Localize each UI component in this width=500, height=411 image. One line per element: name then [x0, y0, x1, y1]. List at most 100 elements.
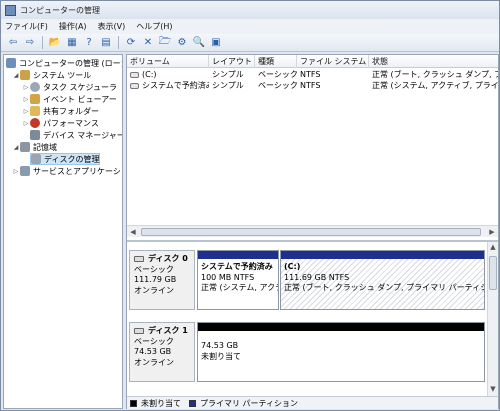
table-row[interactable]: システムで予約済み シンプル ベーシック NTFS 正常 (システム, アクティ…	[127, 80, 498, 91]
disk-type: ベーシック	[134, 264, 174, 274]
menu-action[interactable]: 操作(A)	[59, 21, 87, 32]
title-bar: コンピューターの管理	[1, 1, 499, 19]
device-manager-icon	[30, 130, 40, 140]
forward-icon[interactable]: ⇨	[23, 36, 37, 50]
computer-management-window: コンピューターの管理 ファイル(F) 操作(A) 表示(V) ヘルプ(H) ⇦ …	[0, 0, 500, 411]
menu-file[interactable]: ファイル(F)	[5, 21, 48, 32]
column-header-status[interactable]: 状態	[369, 55, 498, 68]
partition-detail: 未割り当て	[201, 351, 241, 361]
partition-size: 74.53 GB	[201, 341, 239, 350]
cell-status: 正常 (システム, アクティブ, プライマリ	[372, 81, 498, 90]
cell-layout: シンプル	[212, 70, 244, 79]
cell-volume: (C:)	[127, 69, 209, 80]
partition-system-reserved[interactable]: システムで予約済み 100 MB NTFS 正常 (システム, アクテ	[197, 250, 279, 310]
toolbar-divider	[118, 36, 119, 49]
menu-help[interactable]: ヘルプ(H)	[136, 21, 172, 32]
scroll-up-icon[interactable]: ▲	[488, 243, 498, 253]
cell-filesystem: NTFS	[300, 81, 321, 90]
horizontal-scrollbar[interactable]: ◀ ▶	[127, 225, 498, 237]
vertical-scrollbar[interactable]: ▲ ▼	[487, 242, 498, 396]
legend-primary: プライマリ パーティション	[200, 398, 299, 408]
legend-swatch-unallocated	[130, 399, 137, 407]
services-icon	[20, 166, 30, 176]
disk-1-label[interactable]: ディスク 1 ベーシック 74.53 GB オンライン	[129, 322, 195, 382]
partition-name: システムで予約済み	[201, 262, 273, 271]
show-hide-tree-icon[interactable]: ▦	[65, 36, 79, 50]
open-icon[interactable]: 🗁	[158, 36, 172, 50]
up-folder-icon[interactable]: 📂	[48, 36, 62, 50]
volume-icon	[130, 82, 139, 89]
partition-unallocated[interactable]: 74.53 GB 未割り当て	[197, 322, 485, 382]
tools-icon	[20, 70, 30, 80]
collapse-arrow-icon[interactable]: ◢	[12, 72, 20, 79]
search-icon[interactable]: 🔍	[192, 36, 206, 50]
partition-c[interactable]: (C:) 111.69 GB NTFS 正常 (ブート, クラッシュ ダンプ, …	[280, 250, 485, 310]
partition-status: 正常 (ブート, クラッシュ ダンプ, プライマリ パーティショ	[284, 283, 484, 292]
disk-icon	[134, 256, 144, 263]
tree-item-storage[interactable]: ◢ 記憶域	[12, 141, 57, 153]
tree-item-event-viewer[interactable]: ▷ イベント ビューアー	[22, 93, 117, 105]
scroll-thumb[interactable]	[141, 228, 481, 236]
computer-management-icon	[5, 4, 16, 16]
properties-icon[interactable]: ▤	[99, 36, 113, 50]
disk-management-icon	[31, 154, 41, 164]
disk-size: 111.79 GB	[134, 275, 177, 284]
navigation-tree[interactable]: コンピューターの管理 (ローカ ◢ システム ツール ▷ タスク スケジューラ …	[3, 54, 123, 409]
expand-arrow-icon[interactable]: ▷	[22, 96, 30, 103]
scroll-down-icon[interactable]: ▼	[488, 385, 498, 395]
tree-item-system-tools[interactable]: ◢ システム ツール	[12, 69, 91, 81]
column-header-volume[interactable]: ボリューム	[127, 55, 209, 68]
column-header-filesystem[interactable]: ファイル システム	[297, 55, 369, 68]
menu-view[interactable]: 表示(V)	[98, 21, 126, 32]
disk-status: オンライン	[134, 357, 174, 367]
tree-item-shared-folders[interactable]: ▷ 共有フォルダー	[22, 105, 99, 117]
collapse-arrow-icon[interactable]: ◢	[12, 144, 20, 151]
refresh-icon[interactable]: ⟳	[124, 36, 138, 50]
tree-item-device-manager[interactable]: デバイス マネージャー	[30, 129, 122, 141]
column-header-layout[interactable]: レイアウト	[209, 55, 255, 68]
back-icon[interactable]: ⇦	[6, 36, 20, 50]
tree-item-root[interactable]: コンピューターの管理 (ローカ	[6, 57, 122, 69]
help-icon[interactable]: ?	[82, 36, 96, 50]
tree-item-disk-management[interactable]: ディスクの管理	[30, 153, 101, 165]
settings-icon[interactable]: ⚙	[175, 36, 189, 50]
cell-type: ベーシック	[258, 70, 297, 79]
expand-arrow-icon[interactable]: ▷	[22, 108, 30, 115]
window-title: コンピューターの管理	[20, 5, 100, 15]
column-header-type[interactable]: 種類	[255, 55, 297, 68]
partition-detail: 100 MB NTFS	[201, 272, 255, 282]
view-icon[interactable]: ▣	[209, 36, 223, 50]
scroll-thumb[interactable]	[489, 256, 497, 290]
cell-filesystem: NTFS	[300, 70, 321, 79]
menu-bar: ファイル(F) 操作(A) 表示(V) ヘルプ(H)	[1, 19, 499, 34]
disk-name: ディスク 1	[148, 326, 188, 335]
expand-arrow-icon[interactable]: ▷	[12, 168, 20, 175]
clock-icon	[30, 82, 40, 92]
partition-name: (C:)	[284, 262, 301, 271]
cell-status: 正常 (ブート, クラッシュ ダンプ, プラ	[372, 70, 498, 79]
disk-0-label[interactable]: ディスク 0 ベーシック 111.79 GB オンライン	[129, 250, 195, 310]
legend: 未割り当て プライマリ パーティション	[127, 396, 498, 409]
tree-item-services[interactable]: ▷ サービスとアプリケーショ	[12, 165, 122, 177]
disk-status: オンライン	[134, 285, 174, 295]
scroll-left-icon[interactable]: ◀	[128, 227, 138, 237]
disk-size: 74.53 GB	[134, 347, 172, 356]
volume-icon	[130, 71, 139, 78]
content-pane: ボリューム レイアウト 種類 ファイル システム 状態 (C:) シンプル ベー…	[126, 54, 499, 409]
expand-arrow-icon[interactable]: ▷	[22, 120, 30, 127]
volume-list: ボリューム レイアウト 種類 ファイル システム 状態 (C:) シンプル ベー…	[127, 55, 498, 237]
toolbar-divider	[42, 36, 43, 49]
tree-item-task-scheduler[interactable]: ▷ タスク スケジューラ	[22, 81, 117, 93]
disk-map: ディスク 0 ベーシック 111.79 GB オンライン システムで予約済み 1…	[127, 240, 498, 396]
folder-icon	[30, 106, 40, 116]
computer-icon	[6, 58, 16, 68]
table-row[interactable]: (C:) シンプル ベーシック NTFS 正常 (ブート, クラッシュ ダンプ,…	[127, 69, 498, 80]
expand-arrow-icon[interactable]: ▷	[22, 84, 30, 91]
delete-icon[interactable]: ✕	[141, 36, 155, 50]
tree-item-performance[interactable]: ▷ パフォーマンス	[22, 117, 99, 129]
scroll-right-icon[interactable]: ▶	[487, 227, 497, 237]
primary-partition-bar	[281, 251, 484, 259]
disk-name: ディスク 0	[148, 254, 188, 263]
partition-detail: 111.69 GB NTFS	[284, 272, 350, 282]
performance-icon	[30, 118, 40, 128]
